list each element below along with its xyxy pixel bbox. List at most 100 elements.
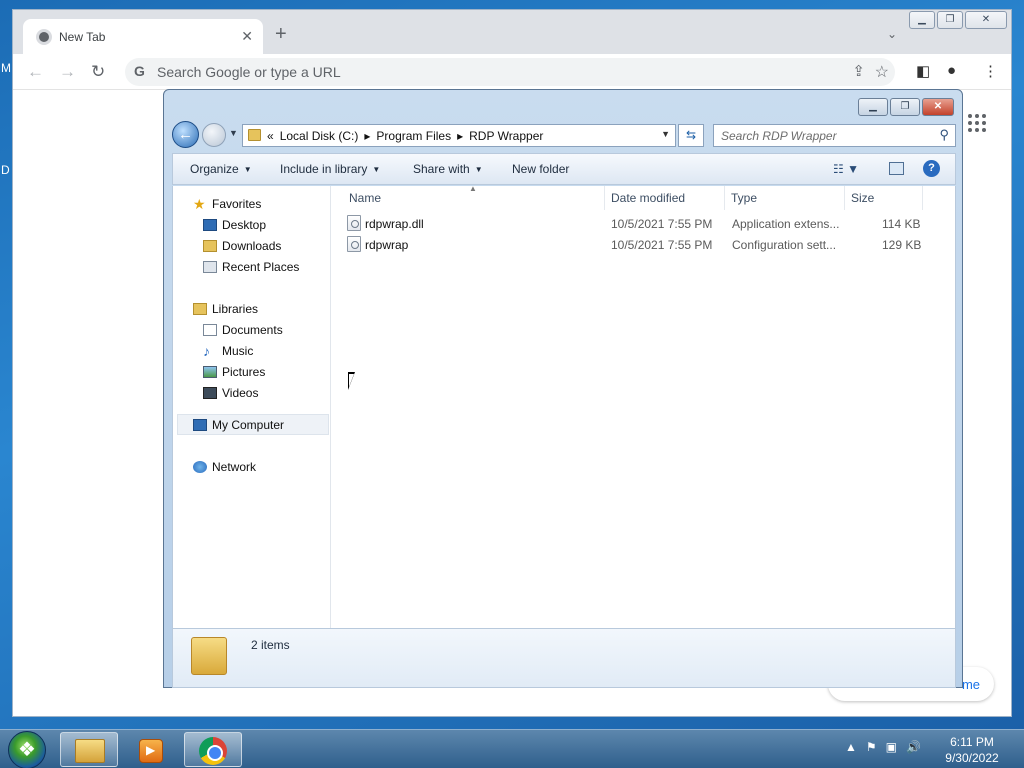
reload-icon[interactable]: ↻ bbox=[91, 62, 105, 82]
share-with-button[interactable]: Share with ▼ bbox=[413, 162, 483, 176]
back-button[interactable]: ← bbox=[172, 121, 199, 148]
nav-downloads[interactable]: Downloads bbox=[203, 236, 281, 256]
preview-pane-icon[interactable] bbox=[889, 162, 904, 175]
column-header-date-modified[interactable]: Date modified bbox=[605, 186, 725, 210]
address-bar[interactable]: « Local Disk (C:) ▸ Program Files ▸ RDP … bbox=[242, 124, 676, 147]
dll-file-icon bbox=[347, 215, 361, 231]
taskbar-explorer[interactable] bbox=[60, 732, 118, 767]
chrome-close-button[interactable]: ✕ bbox=[965, 11, 1007, 29]
column-header-type[interactable]: Type bbox=[725, 186, 845, 210]
show-hidden-icons-icon[interactable]: ▲ bbox=[845, 740, 857, 754]
explorer-window: ▁ ❐ ✕ ← ▼ « Local Disk (C:) ▸ Program Fi… bbox=[163, 89, 963, 688]
network-icon[interactable]: ▣ bbox=[886, 740, 897, 754]
search-placeholder[interactable]: Search RDP Wrapper bbox=[721, 129, 837, 143]
chrome-maximize-button[interactable]: ❐ bbox=[937, 11, 963, 29]
breadcrumb-rdp-wrapper[interactable]: RDP Wrapper bbox=[469, 129, 543, 143]
nav-label: Desktop bbox=[222, 218, 267, 232]
taskbar-media-player[interactable] bbox=[122, 732, 180, 767]
nav-documents[interactable]: Documents bbox=[203, 320, 283, 340]
explorer-body: ★ Favorites Desktop Downloads Recent Pla… bbox=[172, 184, 956, 628]
tab-close-icon[interactable]: ✕ bbox=[241, 28, 253, 45]
star-icon[interactable]: ☆ bbox=[875, 62, 889, 82]
chrome-favicon-icon bbox=[36, 29, 52, 45]
mouse-pointer-icon bbox=[348, 372, 362, 390]
nav-network[interactable]: Network bbox=[193, 457, 256, 477]
nav-label: Recent Places bbox=[222, 260, 300, 274]
forward-button[interactable] bbox=[202, 123, 226, 147]
explorer-close-button[interactable]: ✕ bbox=[922, 98, 954, 116]
breadcrumb-separator[interactable]: ▸ bbox=[364, 129, 370, 143]
include-in-library-button[interactable]: Include in library ▼ bbox=[280, 162, 380, 176]
change-view-icon[interactable]: ☷ ▼ bbox=[833, 162, 859, 176]
tab-title: New Tab bbox=[59, 30, 106, 44]
nav-pictures[interactable]: Pictures bbox=[203, 362, 265, 382]
chrome-window-controls: ▁ ❐ ✕ bbox=[909, 11, 1007, 29]
breadcrumb-program-files[interactable]: Program Files bbox=[376, 129, 451, 143]
forward-arrow-icon[interactable]: → bbox=[59, 62, 76, 82]
explorer-navigation-bar: ← ▼ « Local Disk (C:) ▸ Program Files ▸ … bbox=[172, 121, 956, 149]
desktop-icon-label[interactable]: M bbox=[1, 61, 11, 75]
side-panel-icon[interactable]: ◧ bbox=[916, 62, 930, 80]
chrome-minimize-button[interactable]: ▁ bbox=[909, 11, 935, 29]
clock-time: 6:11 PM bbox=[950, 735, 994, 749]
file-size: 114 KB bbox=[882, 217, 921, 231]
chrome-icon bbox=[199, 737, 227, 765]
star-icon: ★ bbox=[193, 196, 206, 212]
details-pane: 2 items bbox=[172, 628, 956, 688]
volume-icon[interactable]: 🔊 bbox=[906, 740, 921, 754]
organize-label: Organize bbox=[190, 162, 239, 176]
kebab-menu-icon[interactable]: ⋮ bbox=[983, 62, 998, 80]
explorer-minimize-button[interactable]: ▁ bbox=[858, 98, 888, 116]
new-folder-button[interactable]: New folder bbox=[512, 162, 569, 176]
desktop-icon bbox=[203, 219, 217, 231]
breadcrumb-overflow[interactable]: « bbox=[267, 129, 274, 143]
nav-music[interactable]: ♪ Music bbox=[203, 341, 253, 361]
refresh-button[interactable]: ⇆ bbox=[678, 124, 704, 147]
file-row[interactable]: rdpwrap 10/5/2021 7:55 PM Configuration … bbox=[343, 235, 923, 255]
media-player-icon bbox=[139, 739, 163, 763]
action-center-icon[interactable]: ⚑ bbox=[866, 740, 877, 754]
back-arrow-icon[interactable]: ← bbox=[27, 62, 44, 82]
organize-button[interactable]: Organize ▼ bbox=[190, 162, 252, 176]
file-size: 129 KB bbox=[882, 238, 922, 252]
apps-grid-icon[interactable] bbox=[968, 114, 986, 132]
clock-date: 9/30/2022 bbox=[945, 751, 999, 765]
item-count: 2 items bbox=[251, 638, 290, 652]
start-button[interactable] bbox=[8, 731, 46, 768]
breadcrumb-local-disk[interactable]: Local Disk (C:) bbox=[280, 129, 359, 143]
recent-pages-chevron-icon[interactable]: ▼ bbox=[229, 128, 238, 138]
documents-icon bbox=[203, 324, 217, 336]
nav-label: Music bbox=[222, 344, 254, 358]
explorer-window-controls: ▁ ❐ ✕ bbox=[858, 98, 954, 116]
taskbar-chrome[interactable] bbox=[184, 732, 242, 767]
omnibox-placeholder[interactable]: Search Google or type a URL bbox=[157, 64, 341, 80]
nav-my-computer[interactable]: My Computer bbox=[193, 415, 284, 435]
tab-new-tab[interactable]: New Tab ✕ bbox=[23, 19, 263, 54]
profile-icon[interactable]: ● bbox=[947, 62, 956, 79]
new-tab-button[interactable]: + bbox=[275, 24, 287, 44]
omnibox[interactable]: G Search Google or type a URL ⇪ ☆ bbox=[125, 58, 895, 86]
explorer-maximize-button[interactable]: ❐ bbox=[890, 98, 920, 116]
nav-videos[interactable]: Videos bbox=[203, 383, 258, 403]
nav-libraries[interactable]: Libraries bbox=[193, 299, 258, 319]
clock[interactable]: 6:11 PM 9/30/2022 bbox=[935, 734, 1009, 766]
nav-recent-places[interactable]: Recent Places bbox=[203, 257, 299, 277]
share-icon[interactable]: ⇪ bbox=[852, 62, 865, 80]
pictures-icon bbox=[203, 366, 217, 378]
column-header-size[interactable]: Size bbox=[845, 186, 923, 210]
tab-strip: New Tab ✕ + ⌄ ▁ ❐ ✕ bbox=[13, 10, 1011, 54]
file-row[interactable]: rdpwrap.dll 10/5/2021 7:55 PM Applicatio… bbox=[343, 214, 923, 234]
search-icon[interactable]: ⚲ bbox=[939, 127, 949, 143]
nav-favorites[interactable]: ★ Favorites bbox=[193, 194, 261, 214]
chevron-down-icon: ▼ bbox=[372, 165, 381, 174]
address-dropdown-icon[interactable]: ▼ bbox=[661, 129, 670, 139]
folder-icon bbox=[248, 129, 261, 141]
desktop-icon-label[interactable]: D bbox=[1, 163, 10, 177]
taskbar: ▲ ⚑ ▣ 🔊 6:11 PM 9/30/2022 bbox=[0, 729, 1024, 768]
help-icon[interactable]: ? bbox=[923, 160, 940, 177]
nav-desktop[interactable]: Desktop bbox=[203, 215, 266, 235]
search-box[interactable]: Search RDP Wrapper ⚲ bbox=[713, 124, 956, 147]
breadcrumb-separator[interactable]: ▸ bbox=[457, 129, 463, 143]
tab-search-chevron-icon[interactable]: ⌄ bbox=[887, 27, 897, 41]
column-label: Date modified bbox=[611, 191, 686, 205]
